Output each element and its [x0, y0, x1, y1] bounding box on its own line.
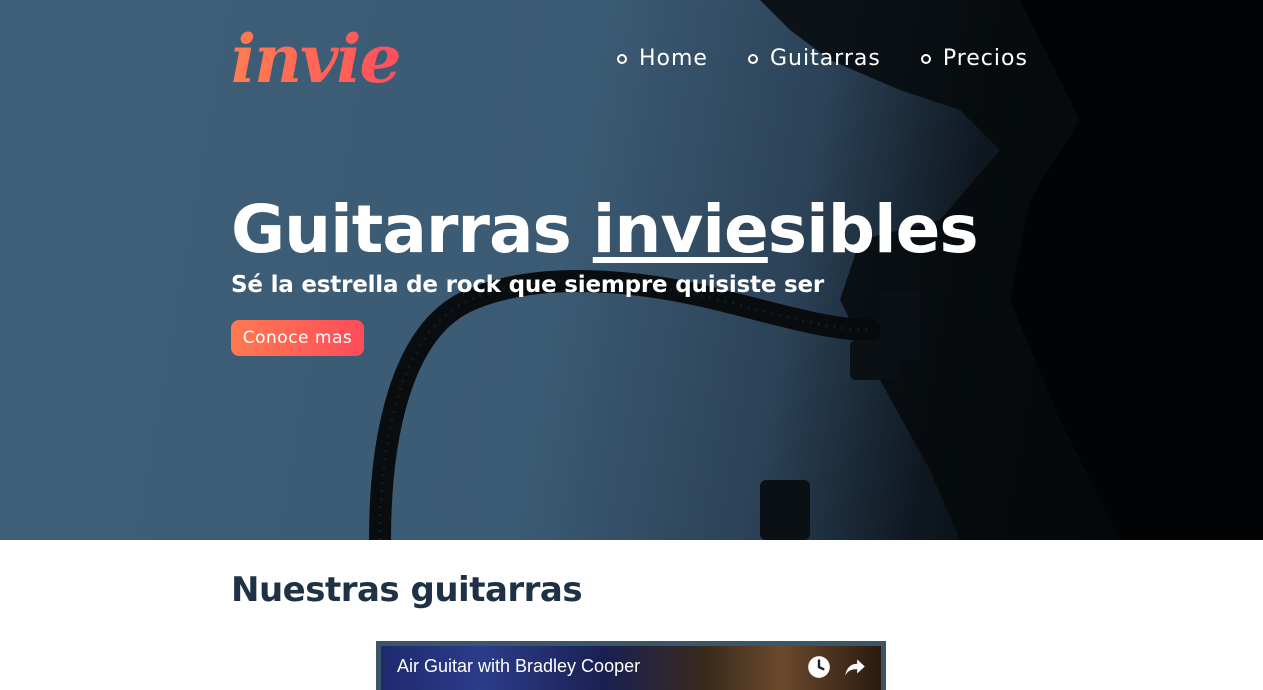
- nav-item-home[interactable]: Home: [617, 46, 708, 71]
- nav-item-precios[interactable]: Precios: [920, 46, 1028, 71]
- circle-bullet-icon: [920, 53, 931, 64]
- watch-later-icon[interactable]: [806, 654, 832, 680]
- hero-background-image: [369, 0, 1263, 540]
- hero-title-prefix: Guitarras: [231, 191, 593, 268]
- circle-bullet-icon: [617, 53, 627, 64]
- video-player[interactable]: Air Guitar with Bradley Cooper: [381, 646, 881, 690]
- hero-title-highlight: invie: [592, 191, 769, 268]
- hero-title-suffix: sibles: [767, 191, 979, 268]
- nav-item-guitarras[interactable]: Guitarras: [747, 46, 881, 71]
- main-nav: Home Guitarras Precios: [617, 46, 1028, 71]
- section-title: Nuestras guitarras: [231, 570, 583, 610]
- video-embed[interactable]: Air Guitar with Bradley Cooper: [376, 641, 886, 690]
- conoce-mas-button[interactable]: Conoce mas: [231, 320, 364, 356]
- invie-logo[interactable]: invie: [231, 26, 401, 92]
- nav-item-label: Precios: [942, 46, 1028, 71]
- hero-title: Guitarras inviesibles: [231, 190, 979, 270]
- nav-item-label: Home: [639, 46, 708, 71]
- nav-item-label: Guitarras: [769, 46, 881, 71]
- hero-subtitle: Sé la estrella de rock que siempre quisi…: [231, 272, 825, 298]
- hero-section: invie Home Guitarras Precios Guitarras i…: [0, 0, 1263, 540]
- circle-bullet-icon: [747, 53, 758, 64]
- video-title[interactable]: Air Guitar with Bradley Cooper: [397, 656, 640, 677]
- share-icon[interactable]: [842, 654, 868, 680]
